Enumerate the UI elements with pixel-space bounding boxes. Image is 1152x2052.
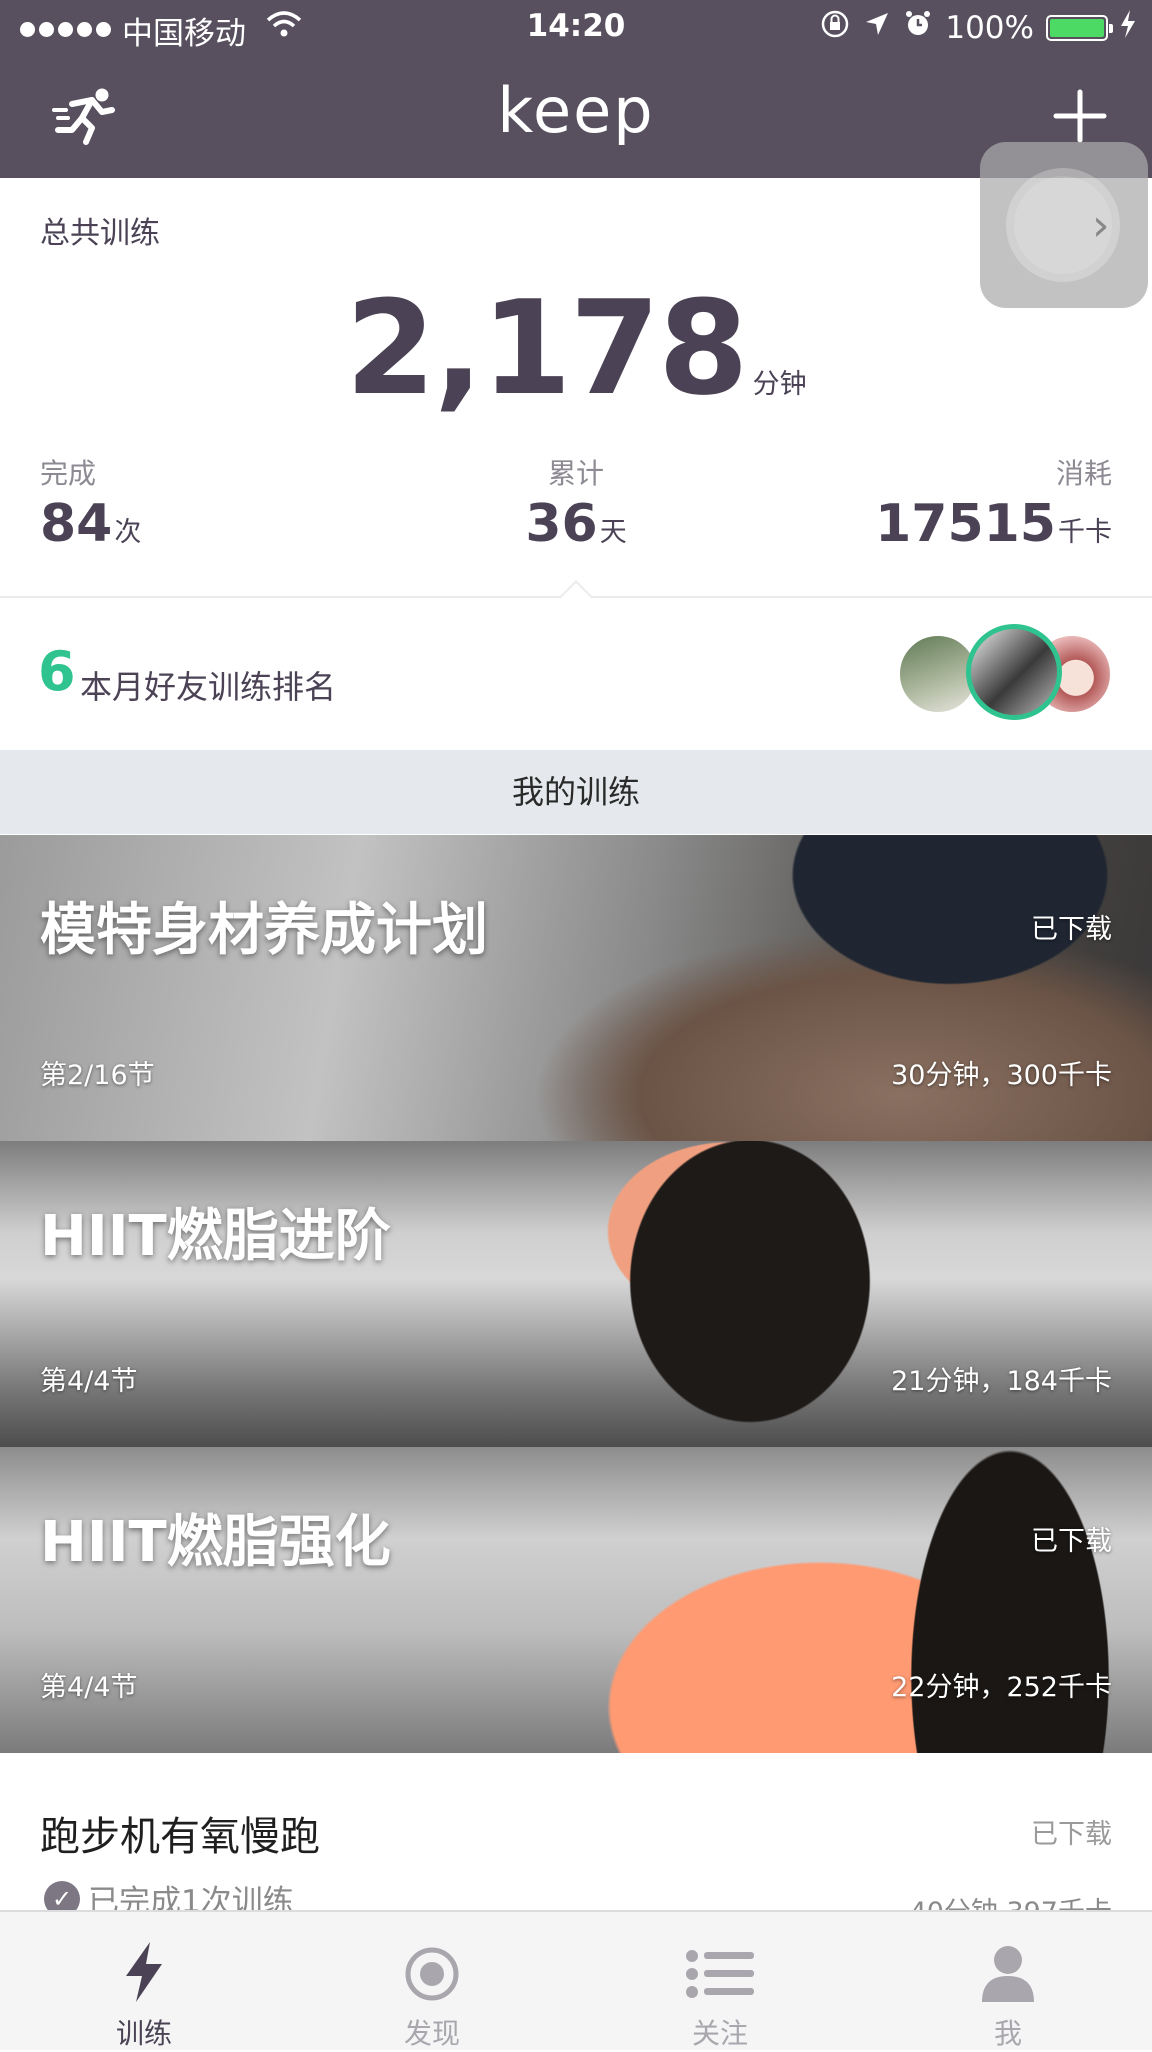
total-training: 2,178 分钟 <box>0 272 1152 424</box>
add-icon[interactable] <box>1052 88 1108 148</box>
alarm-icon <box>903 9 933 47</box>
training-title: 跑步机有氧慢跑 <box>40 1814 320 1860</box>
discover-icon <box>404 1940 460 2004</box>
training-stats: 21分钟，184千卡 <box>891 1366 1112 1397</box>
rotation-lock-icon <box>819 8 851 48</box>
total-training-label: 总共训练 <box>40 216 160 251</box>
tab-me[interactable]: 我 <box>864 1912 1152 2050</box>
tab-label: 发现 <box>403 2017 460 2050</box>
status-bar: 中国移动 14:20 100% <box>0 0 1152 58</box>
calories-label: 消耗 <box>1055 457 1112 490</box>
calories-value: 17515 <box>875 494 1056 554</box>
tab-label: 关注 <box>691 2017 748 2050</box>
training-stats: 22分钟，252千卡 <box>891 1672 1112 1703</box>
tab-follow[interactable]: 关注 <box>576 1912 864 2050</box>
app-logo: keep <box>497 74 655 147</box>
total-training-value: 2,178 <box>345 272 748 424</box>
training-progress: 第4/4节 <box>40 1672 138 1703</box>
tab-bar: 训练 发现 关注 我 <box>0 1910 1152 2050</box>
friend-rank-label: 本月好友训练排名 <box>80 668 337 706</box>
training-card[interactable]: 模特身材养成计划 已下载 第2/16节 30分钟，300千卡 <box>0 835 1152 1141</box>
list-icon <box>684 1940 756 2004</box>
days-value: 36 <box>525 494 598 554</box>
training-progress: 第2/16节 <box>40 1060 155 1091</box>
tab-training[interactable]: 训练 <box>0 1912 288 2050</box>
training-title: HIIT燃脂进阶 <box>40 1204 391 1269</box>
tab-discover[interactable]: 发现 <box>288 1912 576 2050</box>
days-unit: 天 <box>599 517 627 548</box>
calories-unit: 千卡 <box>1058 517 1112 548</box>
person-icon <box>980 1940 1036 2004</box>
training-card[interactable]: HIIT燃脂强化 已下载 第4/4节 22分钟，252千卡 <box>0 1447 1152 1753</box>
section-title: 我的训练 <box>0 750 1152 834</box>
battery-percent: 100% <box>945 10 1034 46</box>
downloaded-badge: 已下载 <box>1031 1526 1112 1557</box>
chevron-right-icon: › <box>1092 200 1110 251</box>
charging-icon <box>1120 10 1136 46</box>
tab-label: 我 <box>993 2017 1022 2050</box>
battery-icon <box>1046 15 1113 41</box>
training-progress: 第4/4节 <box>40 1366 138 1397</box>
tab-label: 训练 <box>115 2017 172 2050</box>
lightning-icon <box>116 1940 172 2004</box>
calories-stat: 17515千卡 <box>875 494 1112 554</box>
training-card[interactable]: HIIT燃脂进阶 第4/4节 21分钟，184千卡 <box>0 1141 1152 1447</box>
status-right: 100% <box>819 8 1136 48</box>
total-training-unit: 分钟 <box>752 369 807 400</box>
assistive-touch-button[interactable]: › <box>980 142 1148 308</box>
location-icon <box>863 10 891 46</box>
downloaded-badge: 已下载 <box>1031 1819 1112 1850</box>
days-label: 累计 <box>547 457 604 490</box>
friend-rank-number: 6 <box>38 640 76 703</box>
friend-avatar[interactable] <box>966 624 1062 720</box>
downloaded-badge: 已下载 <box>1031 914 1112 945</box>
training-title: 模特身材养成计划 <box>40 898 488 963</box>
training-title: HIIT燃脂强化 <box>40 1510 391 1575</box>
training-stats: 30分钟，300千卡 <box>891 1060 1112 1091</box>
